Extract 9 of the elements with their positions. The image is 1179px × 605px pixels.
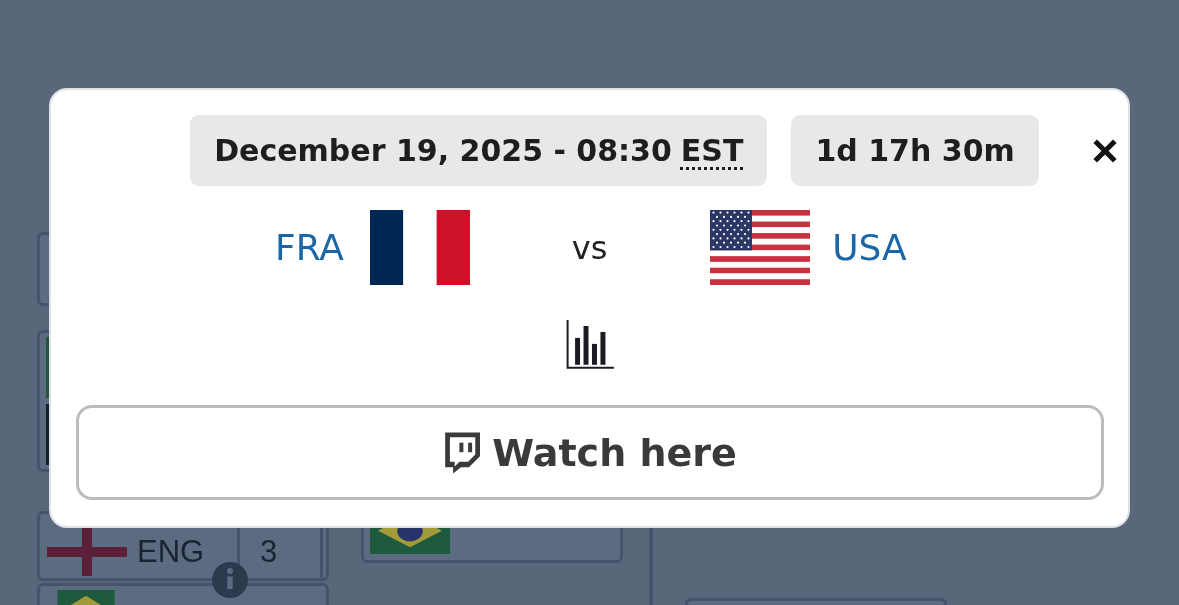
versus-label: vs [570, 228, 609, 267]
date-time-label: December 19, 2025 - 08:30 EST [190, 115, 768, 186]
bar-chart-icon[interactable] [565, 319, 614, 370]
chat-bubble-icon [442, 431, 481, 474]
countdown-label: 1d 17h 30m [791, 115, 1039, 186]
team-code[interactable]: FRA [249, 227, 370, 269]
team-code[interactable]: USA [809, 227, 930, 269]
team-code: ENG [137, 534, 206, 570]
watch-button[interactable]: Watch here [75, 405, 1104, 500]
